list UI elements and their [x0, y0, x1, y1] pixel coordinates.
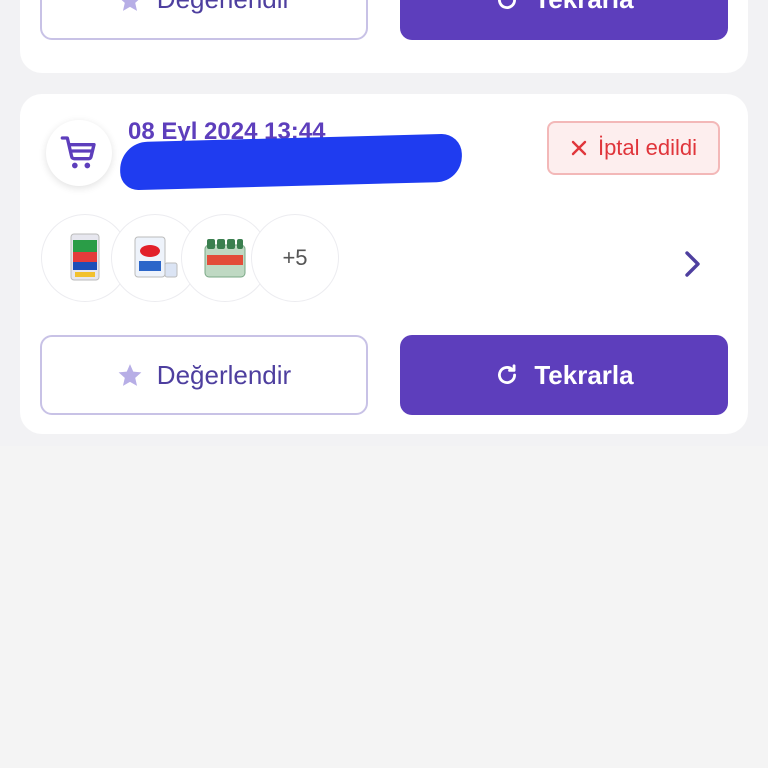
status-badge: İptal edildi — [547, 121, 720, 175]
refresh-icon — [498, 364, 517, 384]
bottle-pack-product-icon — [204, 239, 246, 278]
repeat-button[interactable]: Tekrarla — [400, 335, 728, 415]
detergent-product-icon — [134, 236, 178, 278]
redacted-address — [119, 133, 463, 191]
more-products-count[interactable]: +5 — [251, 214, 339, 302]
order-card[interactable]: 08 Eyl 2024 13:44 İptal edildi +5 Değerl… — [20, 94, 748, 434]
star-icon — [121, 0, 138, 11]
order-card-previous: Değerlendir Tekrarla — [20, 0, 748, 73]
star-icon — [118, 364, 142, 386]
repeat-button[interactable]: Tekrarla — [400, 0, 728, 40]
repeat-button-label: Tekrarla — [534, 359, 634, 390]
rate-button[interactable]: Değerlendir — [40, 335, 368, 415]
rate-button-label: Değerlendir — [157, 0, 291, 15]
cart-icon — [60, 136, 96, 169]
refresh-icon — [498, 0, 517, 9]
repeat-button-label: Tekrarla — [534, 0, 633, 15]
rate-button-label: Değerlendir — [156, 359, 292, 390]
orders-list: Değerlendir Tekrarla 08 Eyl 2024 13:44 — [0, 0, 768, 446]
close-icon — [571, 140, 587, 156]
rate-button[interactable]: Değerlendir — [40, 0, 368, 40]
chevron-right-icon[interactable] — [682, 244, 704, 284]
cart-icon-badge — [46, 120, 112, 186]
status-label: İptal edildi — [597, 135, 698, 160]
detergent-product-icon — [70, 233, 100, 281]
